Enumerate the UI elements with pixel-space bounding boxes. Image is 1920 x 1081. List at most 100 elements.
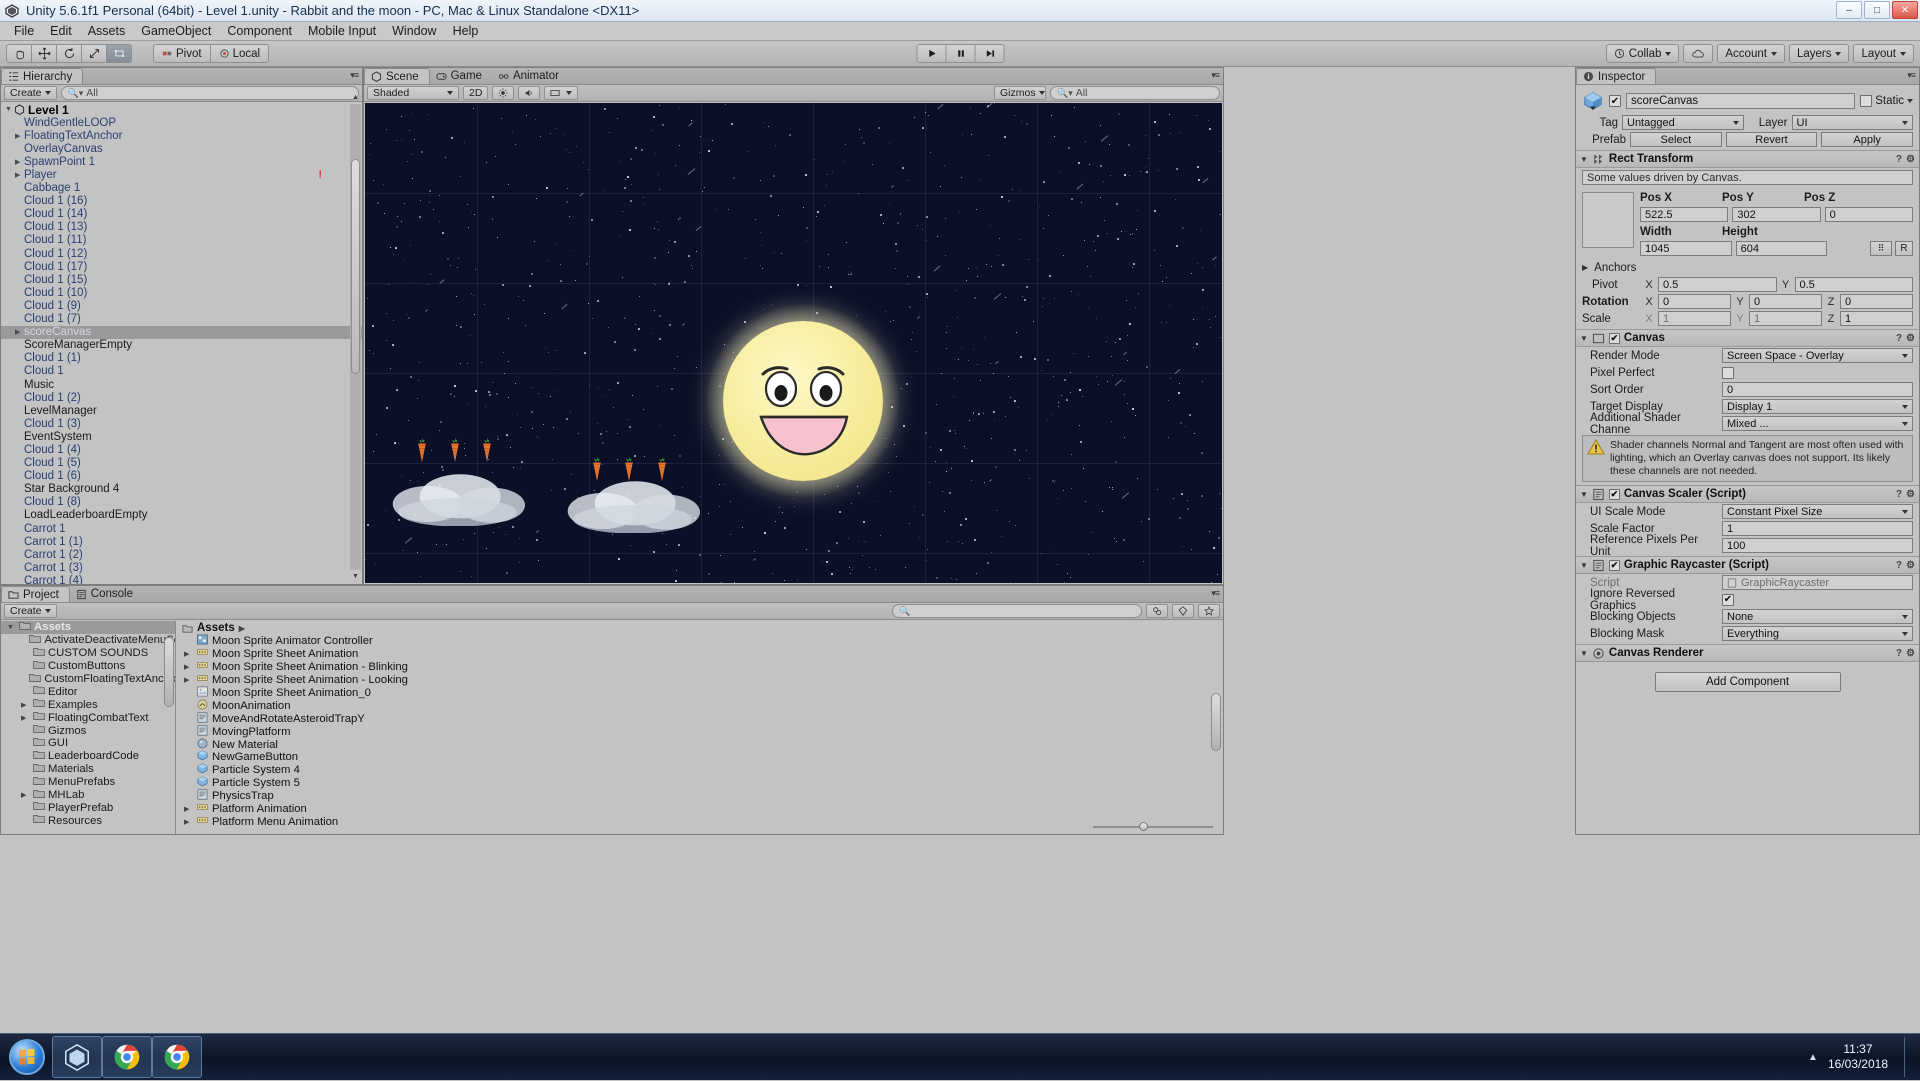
raw-edit-mode-button[interactable]: R xyxy=(1895,241,1913,256)
list-scroll-thumb[interactable] xyxy=(1211,693,1221,751)
hierarchy-row[interactable]: ▶Cloud 1 (4) xyxy=(1,443,362,456)
hierarchy-row[interactable]: ▶SpawnPoint 1 xyxy=(1,155,362,168)
prefab-revert-button[interactable]: Revert xyxy=(1726,132,1818,147)
collapse-triangle-icon[interactable]: ▼ xyxy=(1580,649,1588,658)
hierarchy-row[interactable]: ▶Cloud 1 (13) xyxy=(1,221,362,234)
settings-gear-icon[interactable]: ⚙ xyxy=(1906,154,1915,165)
scale-tool-button[interactable] xyxy=(81,44,107,63)
settings-gear-icon[interactable]: ⚙ xyxy=(1906,489,1915,500)
taskbar-clock[interactable]: 11:37 16/03/2018 xyxy=(1828,1042,1888,1072)
expand-triangle-icon[interactable]: ▶ xyxy=(184,663,193,671)
anchors-expand-icon[interactable]: ▶ xyxy=(1582,263,1588,272)
hierarchy-row-selected[interactable]: ▶scoreCanvas xyxy=(1,326,362,339)
carrot-sprite[interactable] xyxy=(480,436,494,464)
asset-row[interactable]: ▶Moon Sprite Sheet Animation - Looking xyxy=(176,674,1223,687)
project-tree-row[interactable]: ▶PlayerPrefab xyxy=(1,801,175,814)
moon-sprite[interactable] xyxy=(723,321,883,481)
settings-gear-icon[interactable]: ⚙ xyxy=(1906,333,1915,344)
gizmos-dropdown[interactable]: Gizmos xyxy=(994,86,1046,100)
rotate-tool-button[interactable] xyxy=(56,44,82,63)
hierarchy-row[interactable]: ▶Cabbage 1 xyxy=(1,182,362,195)
hierarchy-row[interactable]: ▶Cloud 1 xyxy=(1,365,362,378)
local-toggle-button[interactable]: Local xyxy=(210,44,270,63)
tab-inspector[interactable]: Inspector xyxy=(1576,68,1656,84)
tag-dropdown[interactable]: Untagged xyxy=(1622,115,1744,130)
tab-hierarchy[interactable]: Hierarchy xyxy=(1,68,83,84)
tab-scene[interactable]: Scene xyxy=(364,68,430,84)
menu-edit[interactable]: Edit xyxy=(42,23,80,39)
expand-triangle-icon[interactable]: ▶ xyxy=(21,701,30,709)
hierarchy-create-button[interactable]: Create xyxy=(4,86,57,100)
cloud-sprite[interactable] xyxy=(390,471,525,526)
project-tree-row[interactable]: ▶Materials xyxy=(1,763,175,776)
project-tree-row[interactable]: ▶Examples xyxy=(1,698,175,711)
hierarchy-row[interactable]: ▶Cloud 1 (14) xyxy=(1,208,362,221)
close-button[interactable]: ✕ xyxy=(1892,1,1918,19)
asset-rows-container[interactable]: Moon Sprite Animator Controller ▶Moon Spr… xyxy=(176,635,1223,828)
gameobject-active-checkbox[interactable]: ✔ xyxy=(1609,95,1621,107)
hierarchy-row[interactable]: ▶Cloud 1 (6) xyxy=(1,470,362,483)
prefab-apply-button[interactable]: Apply xyxy=(1821,132,1913,147)
layout-button[interactable]: Layout xyxy=(1853,44,1914,63)
hierarchy-scroll-thumb[interactable] xyxy=(351,159,360,374)
hierarchy-row[interactable]: ▶ScoreManagerEmpty xyxy=(1,339,362,352)
tab-animator[interactable]: Animator xyxy=(492,68,569,84)
lighting-toggle-button[interactable] xyxy=(492,86,514,100)
hierarchy-row[interactable]: ▶Star Background 4 xyxy=(1,483,362,496)
project-tree-row[interactable]: ▶Editor xyxy=(1,685,175,698)
hierarchy-row[interactable]: ▶Carrot 1 (2) xyxy=(1,548,362,561)
settings-gear-icon[interactable]: ⚙ xyxy=(1906,560,1915,571)
asset-row[interactable]: NewGameButton xyxy=(176,751,1223,764)
static-toggle[interactable]: Static xyxy=(1860,95,1913,107)
settings-gear-icon[interactable]: ⚙ xyxy=(1906,648,1915,659)
show-desktop-button[interactable] xyxy=(1904,1037,1912,1077)
project-folder-tree[interactable]: ▼Assets▶ActivateDeactivateMenuSc▶CUSTOM … xyxy=(1,621,176,834)
ui-scale-mode-dropdown[interactable]: Constant Pixel Size xyxy=(1722,504,1913,519)
blocking-mask-dropdown[interactable]: Everything xyxy=(1722,626,1913,641)
expand-triangle-icon[interactable]: ▶ xyxy=(21,791,30,799)
pos-x-field[interactable]: 522.5 xyxy=(1640,207,1728,222)
carrot-sprite[interactable] xyxy=(655,455,669,483)
collab-button[interactable]: Collab xyxy=(1606,44,1680,63)
step-button[interactable] xyxy=(975,44,1005,63)
canvas-enabled-checkbox[interactable]: ✔ xyxy=(1609,333,1620,344)
asset-row[interactable]: ▶Platform Animation xyxy=(176,803,1223,816)
canvas-component-header[interactable]: ▼ ✔ Canvas ? ⚙ xyxy=(1576,329,1919,347)
pivot-y-field[interactable]: 0.5 xyxy=(1795,277,1914,292)
hierarchy-row[interactable]: ▶EventSystem xyxy=(1,430,362,443)
menu-mobile-input[interactable]: Mobile Input xyxy=(300,23,384,39)
add-component-button[interactable]: Add Component xyxy=(1655,672,1841,692)
project-tree-row[interactable]: ▶MHLab xyxy=(1,789,175,802)
asset-row[interactable]: Moon Sprite Animator Controller xyxy=(176,635,1223,648)
collapse-triangle-icon[interactable]: ▼ xyxy=(1580,561,1588,570)
scene-search-input[interactable]: 🔍▾ All xyxy=(1050,86,1220,100)
play-button[interactable] xyxy=(917,44,947,63)
hierarchy-search-input[interactable]: 🔍▾ All xyxy=(61,86,359,100)
shading-mode-dropdown[interactable]: Shaded xyxy=(367,86,459,100)
hierarchy-row[interactable]: ▶Cloud 1 (15) xyxy=(1,273,362,286)
minimize-button[interactable]: – xyxy=(1836,1,1862,19)
filter-by-type-button[interactable] xyxy=(1146,604,1168,618)
hierarchy-row[interactable]: ▶Carrot 1 (1) xyxy=(1,535,362,548)
graphic-raycaster-enabled-checkbox[interactable]: ✔ xyxy=(1609,560,1620,571)
expand-triangle-icon[interactable]: ▶ xyxy=(184,805,193,813)
hierarchy-row[interactable]: ▶Player! xyxy=(1,168,362,181)
panel-menu-icon[interactable]: ▾≡ xyxy=(1211,70,1219,81)
width-field[interactable]: 1045 xyxy=(1640,241,1732,256)
help-icon[interactable]: ? xyxy=(1896,560,1902,571)
graphic-raycaster-header[interactable]: ▼ ✔ Graphic Raycaster (Script) ? ⚙ xyxy=(1576,556,1919,574)
project-tree-row[interactable]: ▶Resources xyxy=(1,814,175,827)
static-checkbox[interactable] xyxy=(1860,95,1872,107)
taskbar-item-chrome-2[interactable] xyxy=(152,1036,202,1078)
menu-file[interactable]: File xyxy=(6,23,42,39)
scale-y-field[interactable]: 1 xyxy=(1749,311,1822,326)
taskbar-item-chrome-1[interactable] xyxy=(102,1036,152,1078)
project-tree-row[interactable]: ▶Gizmos xyxy=(1,724,175,737)
tab-project[interactable]: Project xyxy=(1,586,70,602)
hierarchy-row[interactable]: ▶Cloud 1 (7) xyxy=(1,313,362,326)
expand-triangle-icon[interactable]: ▶ xyxy=(15,328,24,336)
project-tree-row-selected[interactable]: ▼Assets xyxy=(1,621,175,634)
hierarchy-row[interactable]: ▶Cloud 1 (1) xyxy=(1,352,362,365)
canvas-renderer-header[interactable]: ▼ Canvas Renderer ? ⚙ xyxy=(1576,644,1919,662)
fx-dropdown-button[interactable] xyxy=(544,86,578,100)
